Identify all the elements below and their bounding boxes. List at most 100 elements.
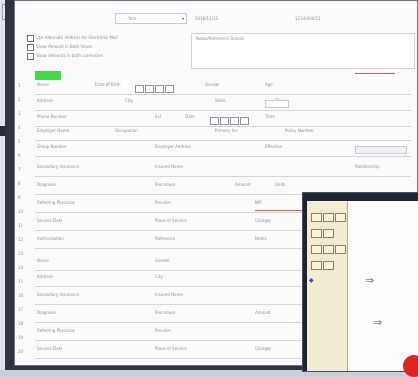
tool-button[interactable] xyxy=(323,261,334,270)
year-dropdown[interactable]: Year ▾ xyxy=(115,13,187,24)
form-row: Address City State Zip xyxy=(35,97,411,111)
row-number: 6 xyxy=(18,153,21,158)
chevron-down-icon: ▾ xyxy=(181,16,184,21)
field-label: Time xyxy=(265,114,275,119)
highlighted-field[interactable] xyxy=(35,71,61,80)
field-label: NPI xyxy=(255,200,262,205)
field-label: Address xyxy=(37,274,53,279)
arrow-right-icon[interactable]: ⇒ xyxy=(365,275,374,286)
row-number: 15 xyxy=(18,279,24,284)
field-label: Address xyxy=(37,98,53,103)
form-row: Phone Number Ext Date Time xyxy=(35,113,411,127)
tool-button[interactable] xyxy=(323,213,334,222)
field-label: Procedure xyxy=(155,310,176,315)
row-number: 13 xyxy=(18,251,24,256)
field-label: Secondary Insurance xyxy=(37,292,80,297)
row-number-column: 1 2 3 4 5 6 7 8 9 10 11 12 13 14 15 16 1… xyxy=(17,79,27,359)
tool-button[interactable] xyxy=(335,245,346,254)
checkbox[interactable] xyxy=(220,117,229,125)
checkbox[interactable] xyxy=(210,117,219,125)
diamond-icon: ◆ xyxy=(309,277,314,284)
field-label: Secondary Insurance xyxy=(37,164,80,169)
row-number: 3 xyxy=(18,111,21,116)
arrow-right-icon[interactable]: ⇒ xyxy=(373,317,382,328)
field-label: Amount xyxy=(235,182,251,187)
tool-button[interactable] xyxy=(335,213,346,222)
dropdown-field[interactable] xyxy=(355,146,407,154)
tool-button[interactable] xyxy=(323,245,334,254)
checkbox[interactable] xyxy=(135,85,144,93)
tool-button[interactable] xyxy=(311,229,322,238)
field-label: City xyxy=(125,98,133,103)
options-group: Use Alternate Address for Electronic Mai… xyxy=(27,35,187,63)
field-label: Authorization xyxy=(37,236,64,241)
popup-titlebar[interactable] xyxy=(303,193,418,201)
field-label: Place of Service xyxy=(155,218,187,223)
option-checkbox[interactable] xyxy=(27,35,34,42)
field-label: Charges xyxy=(255,346,272,351)
tool-button[interactable] xyxy=(323,229,334,238)
checkbox[interactable] xyxy=(165,85,174,93)
field-label: Gender xyxy=(205,82,220,87)
form-row: Group Number Employer Address Effective xyxy=(35,143,411,157)
required-marker xyxy=(255,210,305,211)
tool-button[interactable] xyxy=(311,261,322,270)
field-label: Primary Ins xyxy=(215,128,238,133)
field-label: Date of Birth xyxy=(95,82,121,87)
checkbox[interactable] xyxy=(230,117,239,125)
field-label: Insured Name xyxy=(155,164,183,169)
row-number: 10 xyxy=(18,209,24,214)
popup-window[interactable]: ◆ ⇒ ⇒ xyxy=(302,192,418,377)
option-label: Use Alternate Address for Electronic Mai… xyxy=(36,35,118,40)
text-field[interactable] xyxy=(265,100,289,108)
form-row: Employer Name Occupation Primary Ins Pol… xyxy=(35,127,411,141)
form-row: Secondary Insurance Insured Name Relatio… xyxy=(35,163,411,177)
field-label: Name xyxy=(37,258,49,263)
field-label: State xyxy=(215,98,226,103)
row-number: 5 xyxy=(18,139,21,144)
field-label: Referring Physician xyxy=(37,200,76,205)
field-label: Service Date xyxy=(37,218,63,223)
tool-button[interactable] xyxy=(311,213,322,222)
field-label: City xyxy=(155,274,163,279)
id-field[interactable]: 1234/000/12 xyxy=(295,16,321,21)
field-label: Charges xyxy=(255,218,272,223)
row-number: 9 xyxy=(18,195,21,200)
red-circle-icon xyxy=(403,355,418,377)
option-checkbox[interactable] xyxy=(27,44,34,51)
option-label: Show Amount in Both Views xyxy=(36,44,93,49)
checkbox[interactable] xyxy=(145,85,154,93)
field-label: Service Date xyxy=(37,346,63,351)
notes-box[interactable]: Notes/Reference Details xyxy=(191,33,415,69)
field-label: Place of Service xyxy=(155,346,187,351)
checkbox[interactable] xyxy=(240,117,249,125)
row-number: 20 xyxy=(18,349,24,354)
field-label: Group Number xyxy=(37,144,67,149)
row-number: 2 xyxy=(18,97,21,102)
field-label: Ext xyxy=(155,114,162,119)
field-label: Notes xyxy=(255,236,267,241)
checkbox[interactable] xyxy=(155,85,164,93)
row-number: 4 xyxy=(18,125,21,130)
field-label: Policy Number xyxy=(285,128,314,133)
tool-button[interactable] xyxy=(311,245,322,254)
field-label: Provider xyxy=(155,328,172,333)
field-label: Date xyxy=(185,114,195,119)
row-number: 8 xyxy=(18,181,21,186)
field-label: Procedure xyxy=(155,182,176,187)
required-marker xyxy=(355,73,395,74)
field-label: Phone Number xyxy=(37,114,67,119)
option-label: Show amounts in both currencies xyxy=(36,53,103,58)
row-number: 7 xyxy=(18,167,21,172)
field-label: Employer Address xyxy=(155,144,192,149)
field-label: Provider xyxy=(155,200,172,205)
field-label: Occupation xyxy=(115,128,138,133)
field-label: Employer Name xyxy=(37,128,70,133)
row-number: 1 xyxy=(18,83,21,88)
option-checkbox[interactable] xyxy=(27,53,34,60)
popup-side-panel: ◆ xyxy=(307,201,348,371)
date-field[interactable]: 2018/12/12 xyxy=(195,16,218,21)
row-number: 14 xyxy=(18,265,24,270)
form-row: Name Date of Birth Gender Age xyxy=(35,81,411,95)
field-label: Insured Name xyxy=(155,292,183,297)
